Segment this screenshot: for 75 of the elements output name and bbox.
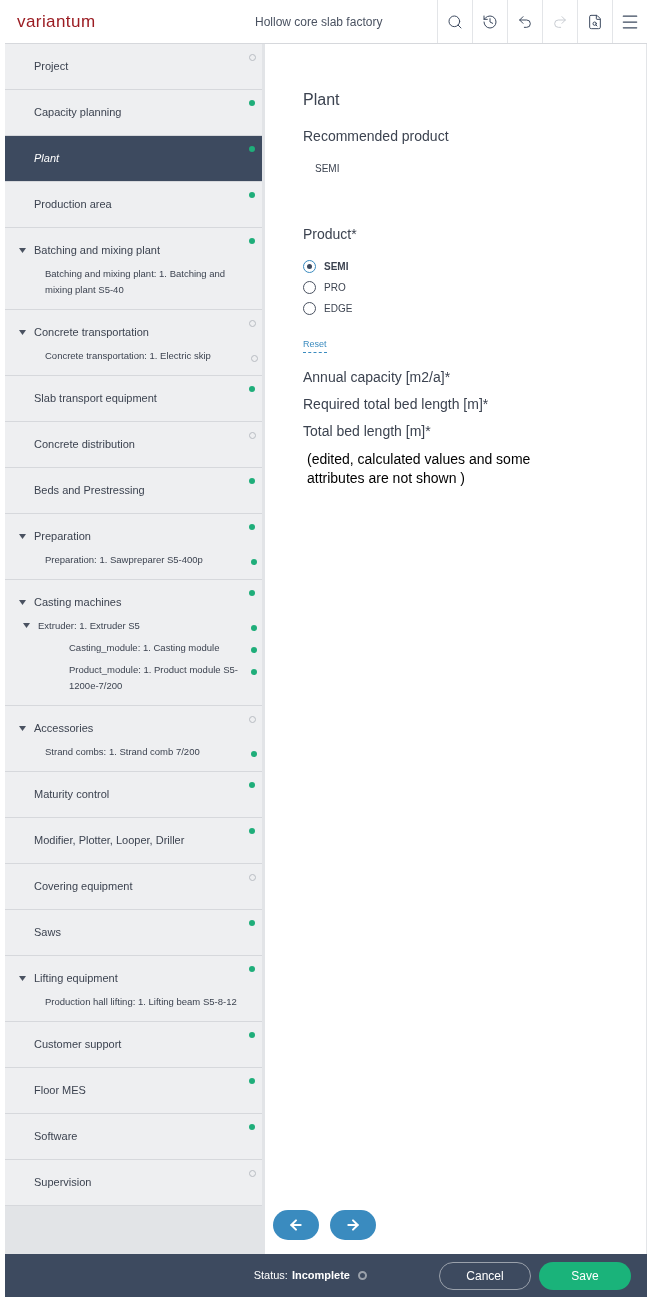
sidebar-item[interactable]: Maturity control [5,772,262,818]
sidebar-subitem[interactable]: Extruder: 1. Extruder S5 [38,618,250,634]
caret-icon[interactable] [23,623,30,628]
caret-icon[interactable] [19,726,26,731]
sidebar-item[interactable]: Floor MES [5,1068,262,1114]
radio-option[interactable]: EDGE [303,301,646,316]
sidebar-subitem[interactable]: Concrete transportation: 1. Electric skip [23,348,250,364]
sidebar-subitem[interactable]: Strand combs: 1. Strand comb 7/200 [23,744,250,760]
sidebar-item[interactable]: Concrete transportation Concrete transportation: 1. Electric skip [5,310,262,376]
sidebar-item-label: Beds and Prestressing [34,483,145,499]
caret-icon[interactable] [19,976,26,981]
sidebar-item[interactable]: Batching and mixing plant Batching and mixing plant: 1. Batching and mixing plant S5-40 [5,228,262,310]
caret-icon[interactable] [19,248,26,253]
sidebar-item-label: Covering equipment [34,879,133,895]
field-label: Annual capacity [m2/a]* [303,367,452,387]
status-label: Status: [253,1268,288,1284]
sidebar-item-label: Software [34,1129,78,1145]
sidebar-item-label: Slab transport equipment [34,391,157,407]
sidebar-subitem[interactable]: Production hall lifting: 1. Lifting beam S5-8-12 [23,994,250,1010]
sidebar-item-label: Customer support [34,1037,122,1053]
note-text: (edited, calculated values and some attributes are not shown ) [307,449,532,488]
caret-icon[interactable] [19,330,26,335]
sidebar-item[interactable]: Beds and Prestressing [5,468,262,514]
app-title: Hollow core slab factory [255,13,383,31]
status-value: Incomplete [291,1268,350,1284]
sidebar-item[interactable]: Production area [5,182,262,228]
sidebar-item-label: Saws [34,925,61,941]
back-button[interactable] [273,1210,319,1240]
sidebar-item-label: Casting machines [34,595,122,611]
sidebar-item[interactable]: Concrete distribution [5,422,262,468]
sidebar-item[interactable]: Supervision [5,1160,262,1206]
sidebar-item-label: Accessories [34,721,94,737]
sidebar-subitem[interactable]: Casting_module: 1. Casting module [47,640,250,656]
section-title: Plant [303,90,341,110]
sidebar-item-label: Floor MES [34,1083,86,1099]
sidebar-subitem[interactable]: Preparation: 1. Sawpreparer S5-400p [23,552,250,568]
sidebar-item-label: Capacity planning [34,105,122,121]
sidebar-item-label: Production area [34,197,112,213]
sidebar-item-label: Concrete transportation [34,325,149,341]
sidebar-item[interactable]: Covering equipment [5,864,262,910]
sidebar-item-label: Batching and mixing plant [34,243,160,259]
next-button[interactable] [330,1210,376,1240]
sidebar-item[interactable]: Plant [5,136,262,182]
logo: variantum [17,10,96,33]
sidebar-item[interactable]: Modifier, Plotter, Looper, Driller [5,818,262,864]
field-label: Recommended product [303,127,450,146]
sidebar-item[interactable]: Preparation Preparation: 1. Sawpreparer S5-400p [5,514,262,580]
sidebar-item[interactable]: Customer support [5,1022,262,1068]
sidebar-item-label: Project [34,59,69,75]
sidebar-item-label: Lifting equipment [34,971,118,987]
sidebar-item-label: Supervision [34,1175,92,1191]
sidebar-item[interactable]: Capacity planning [5,90,262,136]
radio-option[interactable]: SEMI [303,259,646,274]
sidebar-item-label: Maturity control [34,787,110,803]
sidebar-item[interactable]: Accessories Strand combs: 1. Strand comb 7/200 [5,706,262,772]
sidebar-item-label: Plant [34,151,60,167]
sidebar-item-label: Modifier, Plotter, Looper, Driller [34,833,185,849]
sidebar-item[interactable]: Project [5,44,262,90]
field-value: SEMI [315,162,341,176]
field-label: Product* [303,225,358,244]
sidebar-item[interactable]: Software [5,1114,262,1160]
sidebar-item-label: Preparation [34,529,91,545]
caret-icon[interactable] [19,534,26,539]
sidebar-item[interactable]: Saws [5,910,262,956]
sidebar-subitem[interactable]: Batching and mixing plant: 1. Batching and mixing plant S5-40 [23,266,250,298]
sidebar-subitem[interactable]: Product_module: 1. Product module S5-1200e-7/200 [47,662,250,694]
caret-icon[interactable] [19,600,26,605]
sidebar-item[interactable]: Casting machines Extruder: 1. Extruder S5 Casting_module: 1. Casting module Product_module: 1. Product module S5-1200e-7/200 [5,580,262,706]
reset-link[interactable]: Reset [303,338,327,353]
field-label: Required total bed length [m]* [303,394,490,414]
field-label: Total bed length [m]* [303,421,432,441]
sidebar-item-label: Concrete distribution [34,437,135,453]
sidebar-item[interactable]: Slab transport equipment [5,376,262,422]
sidebar-item[interactable]: Lifting equipment Production hall lifting: 1. Lifting beam S5-8-12 [5,956,262,1022]
radio-option[interactable]: PRO [303,280,646,295]
